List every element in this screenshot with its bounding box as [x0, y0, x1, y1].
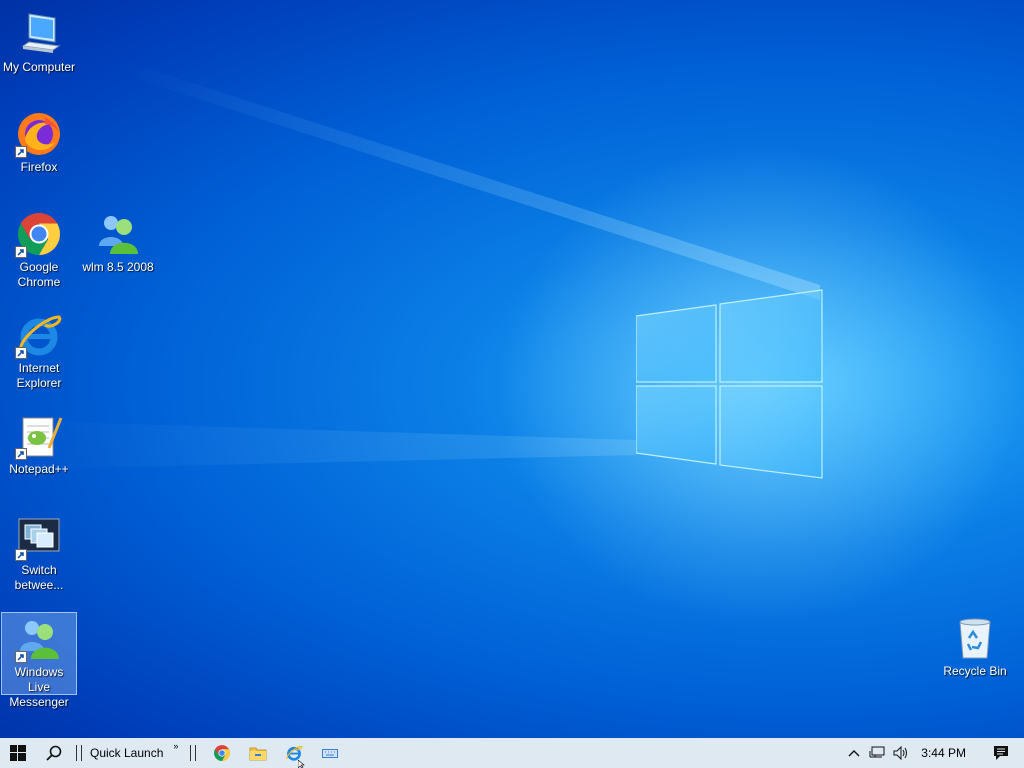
desktop-icon-label: Recycle Bin — [943, 664, 1007, 678]
shortcut-arrow-icon — [15, 246, 27, 258]
shortcut-arrow-icon — [15, 448, 27, 460]
toolbar-grip[interactable] — [190, 745, 197, 761]
file-explorer-icon — [250, 747, 267, 761]
mouse-cursor-icon — [298, 760, 305, 768]
search-button[interactable] — [36, 738, 72, 768]
wallpaper-light-beams — [0, 60, 1020, 625]
shortcut-arrow-icon — [15, 146, 27, 158]
desktop-icon-label: My Computer — [2, 60, 76, 74]
keyboard-icon — [322, 749, 339, 758]
chrome-icon — [214, 745, 231, 761]
desktop-icon-label: Notepad++ — [9, 462, 69, 476]
desktop-icon-firefox[interactable]: Firefox — [1, 108, 77, 175]
start-button[interactable] — [0, 738, 36, 768]
quick-launch-overflow-chevron[interactable]: » — [173, 741, 178, 751]
firefox-icon — [15, 110, 63, 158]
desktop-icon-label: wlm 8.5 2008 — [82, 260, 154, 274]
taskbar-keyboard-button[interactable] — [312, 738, 348, 768]
messenger-icon — [15, 615, 63, 663]
desktop-icon-label: Google Chrome — [17, 260, 61, 289]
desktop-icon-internet-explorer[interactable]: Internet Explorer — [1, 309, 77, 391]
notepad-plus-plus-icon — [15, 412, 63, 460]
windows-logo — [636, 289, 823, 479]
taskbar-internet-explorer-button[interactable] — [276, 738, 312, 768]
network-icon — [869, 746, 885, 758]
desktop-icon-label: Windows Live Messenger — [9, 665, 69, 709]
messenger-icon — [94, 210, 142, 258]
desktop[interactable]: My Computer Firefox Google Chrome wlm 8.… — [0, 0, 1024, 738]
shortcut-arrow-icon — [15, 549, 27, 561]
chrome-icon — [15, 210, 63, 258]
volume-button[interactable] — [889, 738, 913, 768]
chevron-up-icon — [848, 750, 860, 757]
desktop-icon-notepad-plus-plus[interactable]: Notepad++ — [1, 410, 77, 477]
desktop-icon-label: Firefox — [20, 160, 58, 174]
search-icon — [46, 745, 62, 761]
taskbar-clock[interactable]: 3:44 PM — [913, 746, 978, 760]
taskbar: Quick Launch » 3:44 PM — [0, 738, 1024, 768]
internet-explorer-icon — [15, 311, 63, 359]
desktop-icon-switch-between-windows[interactable]: Switch betwee... — [1, 511, 77, 593]
shortcut-arrow-icon — [15, 651, 27, 663]
volume-icon — [893, 746, 908, 760]
action-center-icon — [994, 746, 1008, 760]
taskbar-file-explorer-button[interactable] — [240, 738, 276, 768]
desktop-icon-my-computer[interactable]: My Computer — [1, 8, 77, 75]
recycle-bin-icon — [951, 614, 999, 662]
windows-start-icon — [10, 745, 26, 761]
action-center-button[interactable] — [978, 738, 1024, 768]
network-button[interactable] — [865, 738, 889, 768]
computer-icon — [15, 10, 63, 58]
shortcut-arrow-icon — [15, 347, 27, 359]
desktop-icon-recycle-bin[interactable]: Recycle Bin — [937, 612, 1013, 679]
toolbar-grip[interactable] — [76, 745, 82, 761]
desktop-icon-windows-live-messenger[interactable]: Windows Live Messenger — [1, 612, 77, 709]
show-hidden-icons-button[interactable] — [843, 738, 865, 768]
desktop-icon-label: Switch betwee... — [14, 563, 64, 592]
system-tray: 3:44 PM — [843, 738, 1024, 768]
desktop-icon-google-chrome[interactable]: Google Chrome — [1, 208, 77, 290]
taskbar-chrome-button[interactable] — [204, 738, 240, 768]
switch-windows-icon — [15, 513, 63, 561]
desktop-icon-label: Internet Explorer — [16, 361, 62, 390]
desktop-icon-wlm-8-5-2008[interactable]: wlm 8.5 2008 — [80, 208, 156, 275]
quick-launch-label: Quick Launch — [90, 746, 164, 760]
